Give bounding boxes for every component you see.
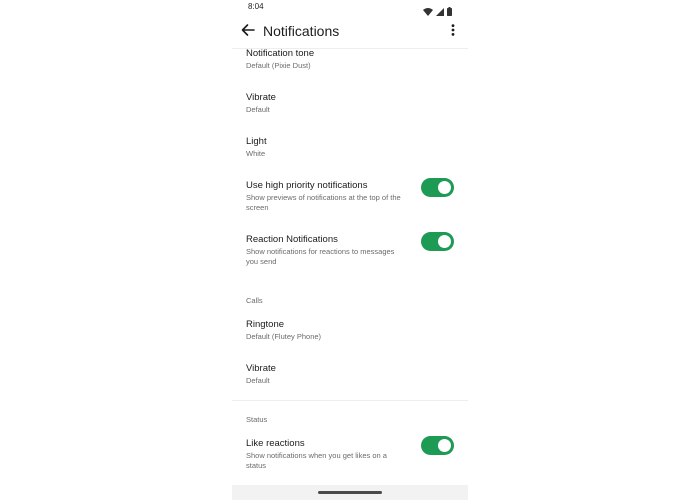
- setting-title: Ringtone: [246, 319, 285, 330]
- setting-light[interactable]: Light White: [232, 130, 468, 166]
- gesture-nav-bar: [232, 485, 468, 500]
- setting-call-vibrate[interactable]: Vibrate Default: [232, 358, 468, 394]
- status-time: 8:04: [248, 2, 264, 11]
- toggle-knob: [438, 439, 451, 452]
- setting-vibrate[interactable]: Vibrate Default: [232, 86, 468, 122]
- section-divider: [232, 400, 468, 401]
- setting-subtitle: Show notifications for reactions to mess…: [246, 247, 395, 266]
- more-options-button[interactable]: [446, 22, 460, 42]
- section-header-status: Status: [246, 415, 268, 424]
- setting-notification-tone[interactable]: Notification tone Default (Pixie Dust): [232, 46, 468, 82]
- app-bar: Notifications: [232, 16, 468, 49]
- more-vert-icon: [451, 23, 455, 41]
- setting-title: Vibrate: [246, 92, 276, 103]
- setting-subtitle: Default (Flutey Phone): [246, 332, 322, 341]
- setting-subtitle: Default: [246, 105, 270, 114]
- setting-title: Light: [246, 136, 267, 147]
- setting-title: Use high priority notifications: [246, 180, 368, 191]
- setting-title: Notification tone: [246, 48, 315, 59]
- arrow-left-icon: [241, 23, 255, 42]
- toggle-knob: [438, 181, 451, 194]
- setting-title: Reaction Notifications: [246, 234, 338, 245]
- status-bar: 8:04: [232, 0, 468, 16]
- setting-subtitle: White: [246, 149, 266, 158]
- setting-high-priority[interactable]: Use high priority notifications Show pre…: [232, 174, 468, 218]
- setting-like-reactions[interactable]: Like reactions Show notifications when y…: [232, 433, 468, 477]
- page-title: Notifications: [263, 23, 340, 39]
- setting-title: Vibrate: [246, 363, 276, 374]
- like-reactions-toggle[interactable]: [421, 436, 454, 455]
- back-button[interactable]: [238, 22, 258, 42]
- toggle-knob: [438, 235, 451, 248]
- setting-subtitle: Show notifications when you get likes on…: [246, 451, 387, 470]
- setting-subtitle: Default (Pixie Dust): [246, 61, 311, 70]
- setting-subtitle: Show previews of notifications at the to…: [246, 193, 401, 212]
- setting-subtitle: Default: [246, 376, 270, 385]
- setting-ringtone[interactable]: Ringtone Default (Flutey Phone): [232, 314, 468, 350]
- high-priority-toggle[interactable]: [421, 178, 454, 197]
- section-header-calls: Calls: [246, 296, 263, 305]
- screen: 8:04 Notifications Notification tone Def…: [0, 0, 700, 500]
- phone-screen: 8:04 Notifications Notification tone Def…: [232, 0, 468, 500]
- setting-title: Like reactions: [246, 438, 305, 449]
- reaction-notifications-toggle[interactable]: [421, 232, 454, 251]
- home-handle[interactable]: [318, 491, 382, 494]
- setting-reaction-notifications[interactable]: Reaction Notifications Show notification…: [232, 228, 468, 272]
